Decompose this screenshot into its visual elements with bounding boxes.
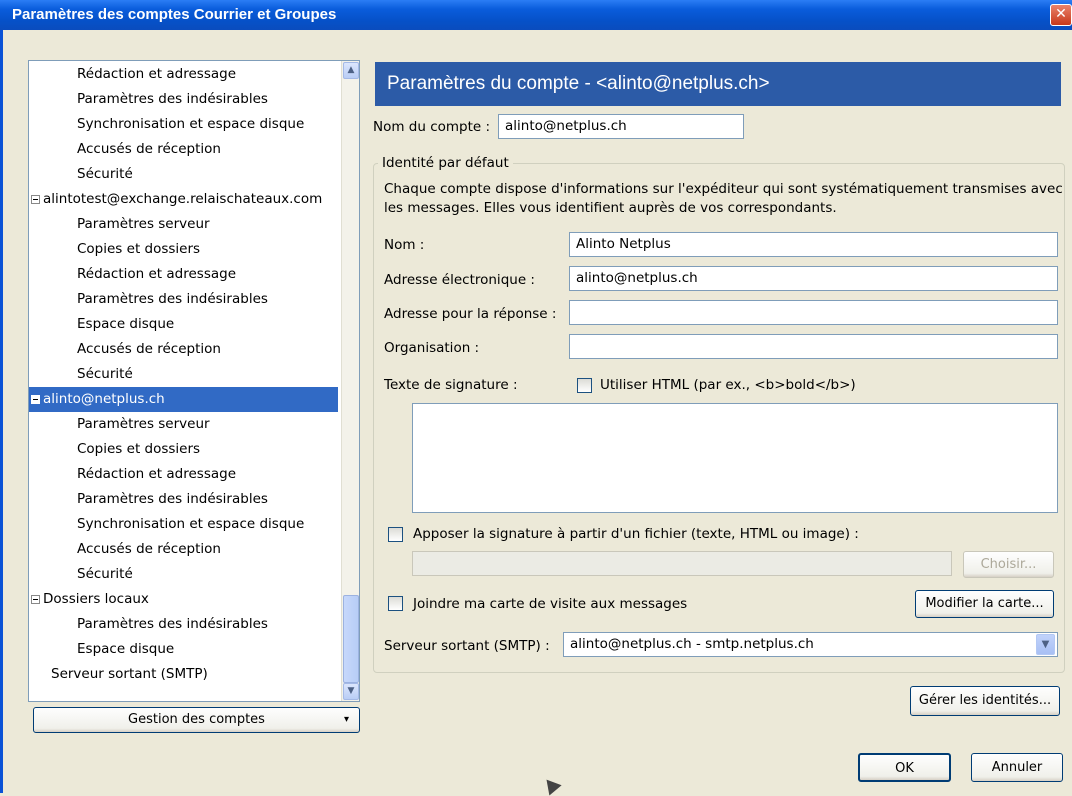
tree-item-label: Paramètres des indésirables [77, 616, 268, 632]
email-input[interactable]: alinto@netplus.ch [569, 266, 1058, 291]
tree-account-node[interactable]: Dossiers locaux [29, 587, 149, 612]
ok-button[interactable]: OK [858, 753, 951, 782]
tree-item-label: Copies et dossiers [77, 441, 201, 457]
tree-item-label: Paramètres des indésirables [77, 91, 268, 107]
scroll-up-arrow-icon[interactable]: ▲ [343, 62, 359, 79]
tree-item-label: Accusés de réception [77, 541, 221, 557]
edit-card-button[interactable]: Modifier la carte... [915, 590, 1054, 618]
tree-item-label: alinto@netplus.ch [43, 391, 165, 407]
organization-label: Organisation : [384, 340, 480, 356]
tree-item[interactable]: Paramètres serveur [29, 212, 210, 237]
tree-item[interactable]: Paramètres des indésirables [29, 612, 268, 637]
tree-item[interactable]: Accusés de réception [29, 337, 221, 362]
tree-item[interactable]: Serveur sortant (SMTP) [29, 662, 208, 687]
tree-item-label: Paramètres serveur [77, 216, 210, 232]
panel-header: Paramètres du compte - <alinto@netplus.c… [375, 62, 1061, 106]
tree-item-label: Dossiers locaux [43, 591, 149, 607]
dialog-window: Paramètres des comptes Courrier et Group… [0, 0, 1072, 796]
reply-to-input[interactable] [569, 300, 1058, 325]
tree-item-label: Espace disque [77, 641, 175, 657]
tree-item-label: Paramètres serveur [77, 416, 210, 432]
tree-item[interactable]: Rédaction et adressage [29, 462, 236, 487]
tree-item[interactable]: Synchronisation et espace disque [29, 512, 304, 537]
tree-item-label: Synchronisation et espace disque [77, 116, 305, 132]
tree-item[interactable]: Accusés de réception [29, 537, 221, 562]
tree-item-label: Sécurité [77, 566, 133, 582]
choose-file-button[interactable]: Choisir... [963, 551, 1054, 578]
tree-item-label: Rédaction et adressage [77, 466, 237, 482]
tree-item[interactable]: Accusés de réception [29, 137, 221, 162]
tree-item-label: Sécurité [77, 166, 133, 182]
manage-identities-button[interactable]: Gérer les identités... [910, 686, 1060, 716]
account-name-label: Nom du compte : [373, 119, 491, 135]
tree-item[interactable]: Rédaction et adressage [29, 62, 236, 87]
account-name-input[interactable]: alinto@netplus.ch [498, 114, 744, 139]
smtp-selected-value: alinto@netplus.ch - smtp.netplus.ch [570, 636, 814, 652]
manage-accounts-label: Gestion des comptes [128, 712, 265, 727]
attach-signature-checkbox[interactable] [388, 527, 403, 542]
tree-scrollbar[interactable]: ▲ ▼ [341, 61, 359, 701]
tree-item-label: Copies et dossiers [77, 241, 201, 257]
scrollbar-thumb[interactable] [343, 595, 359, 683]
organization-input[interactable] [569, 334, 1058, 359]
attach-vcard-label: Joindre ma carte de visite aux messages [413, 596, 688, 612]
signature-label: Texte de signature : [384, 377, 518, 393]
dropdown-arrow-icon: ▾ [343, 714, 349, 725]
smtp-label: Serveur sortant (SMTP) : [384, 638, 550, 654]
attach-signature-label: Apposer la signature à partir d'un fichi… [413, 526, 859, 542]
attach-vcard-checkbox[interactable] [388, 596, 403, 611]
collapse-icon[interactable] [31, 595, 40, 604]
close-button[interactable]: ✕ [1050, 4, 1072, 26]
tree-item[interactable]: Sécurité [29, 562, 133, 587]
cancel-button[interactable]: Annuler [971, 753, 1063, 782]
tree-item[interactable]: Sécurité [29, 162, 133, 187]
tree-item-label: Paramètres des indésirables [77, 291, 268, 307]
tree-item[interactable]: Synchronisation et espace disque [29, 112, 304, 137]
manage-accounts-button[interactable]: Gestion des comptes ▾ [33, 707, 360, 733]
identity-description-line2: les messages. Elles vous identifient aup… [384, 200, 837, 216]
tree-item-label: Sécurité [77, 366, 133, 382]
name-input[interactable]: Alinto Netplus [569, 232, 1058, 257]
tree-item-label: Synchronisation et espace disque [77, 516, 305, 532]
tree-item[interactable]: Paramètres des indésirables [29, 487, 268, 512]
tree-item[interactable]: Rédaction et adressage [29, 262, 236, 287]
reply-to-label: Adresse pour la réponse : [384, 306, 557, 322]
collapse-icon[interactable] [31, 195, 40, 204]
tree-item-label: Accusés de réception [77, 141, 221, 157]
chevron-down-icon[interactable]: ▼ [1036, 634, 1055, 655]
close-icon: ✕ [1055, 6, 1067, 22]
tree-item[interactable]: Copies et dossiers [29, 237, 200, 262]
tree-item[interactable]: Paramètres serveur [29, 412, 210, 437]
tree-item[interactable]: Paramètres des indésirables [29, 287, 268, 312]
tree-item-label: Rédaction et adressage [77, 266, 237, 282]
mouse-cursor-icon [540, 774, 562, 796]
use-html-checkbox[interactable] [577, 378, 592, 393]
tree-item-label: Paramètres des indésirables [77, 491, 268, 507]
collapse-icon[interactable] [31, 395, 40, 404]
tree-item-label: alintotest@exchange.relaischateaux.com [43, 191, 323, 207]
tree-item[interactable]: Espace disque [29, 637, 174, 662]
window-title: Paramètres des comptes Courrier et Group… [12, 6, 337, 23]
tree-item[interactable]: Copies et dossiers [29, 437, 200, 462]
account-tree[interactable]: Serveur sortant (SMTP) Espace disque Param… [28, 60, 360, 702]
tree-item[interactable]: Paramètres des indésirables [29, 87, 268, 112]
signature-file-input[interactable] [412, 551, 952, 576]
signature-textarea[interactable] [412, 403, 1058, 513]
tree-item-label: Rédaction et adressage [77, 66, 237, 82]
identity-legend: Identité par défaut [378, 155, 513, 171]
tree-item-label: Accusés de réception [77, 341, 221, 357]
tree-item-label: Espace disque [77, 316, 175, 332]
tree-item-label: Serveur sortant (SMTP) [51, 666, 208, 682]
tree-account-node[interactable]: alintotest@exchange.relaischateaux.com [29, 187, 322, 212]
tree-item[interactable]: Sécurité [29, 362, 133, 387]
use-html-label: Utiliser HTML (par ex., <b>bold</b>) [600, 377, 856, 393]
tree-item[interactable]: Espace disque [29, 312, 174, 337]
identity-description-line1: Chaque compte dispose d'informations sur… [384, 181, 1063, 197]
name-label: Nom : [384, 237, 425, 253]
smtp-select[interactable]: alinto@netplus.ch - smtp.netplus.ch ▼ [563, 632, 1058, 657]
title-bar[interactable]: Paramètres des comptes Courrier et Group… [0, 0, 1072, 30]
tree-account-node[interactable]: alinto@netplus.ch [29, 387, 338, 412]
email-label: Adresse électronique : [384, 272, 535, 288]
scroll-down-arrow-icon[interactable]: ▼ [343, 683, 359, 700]
